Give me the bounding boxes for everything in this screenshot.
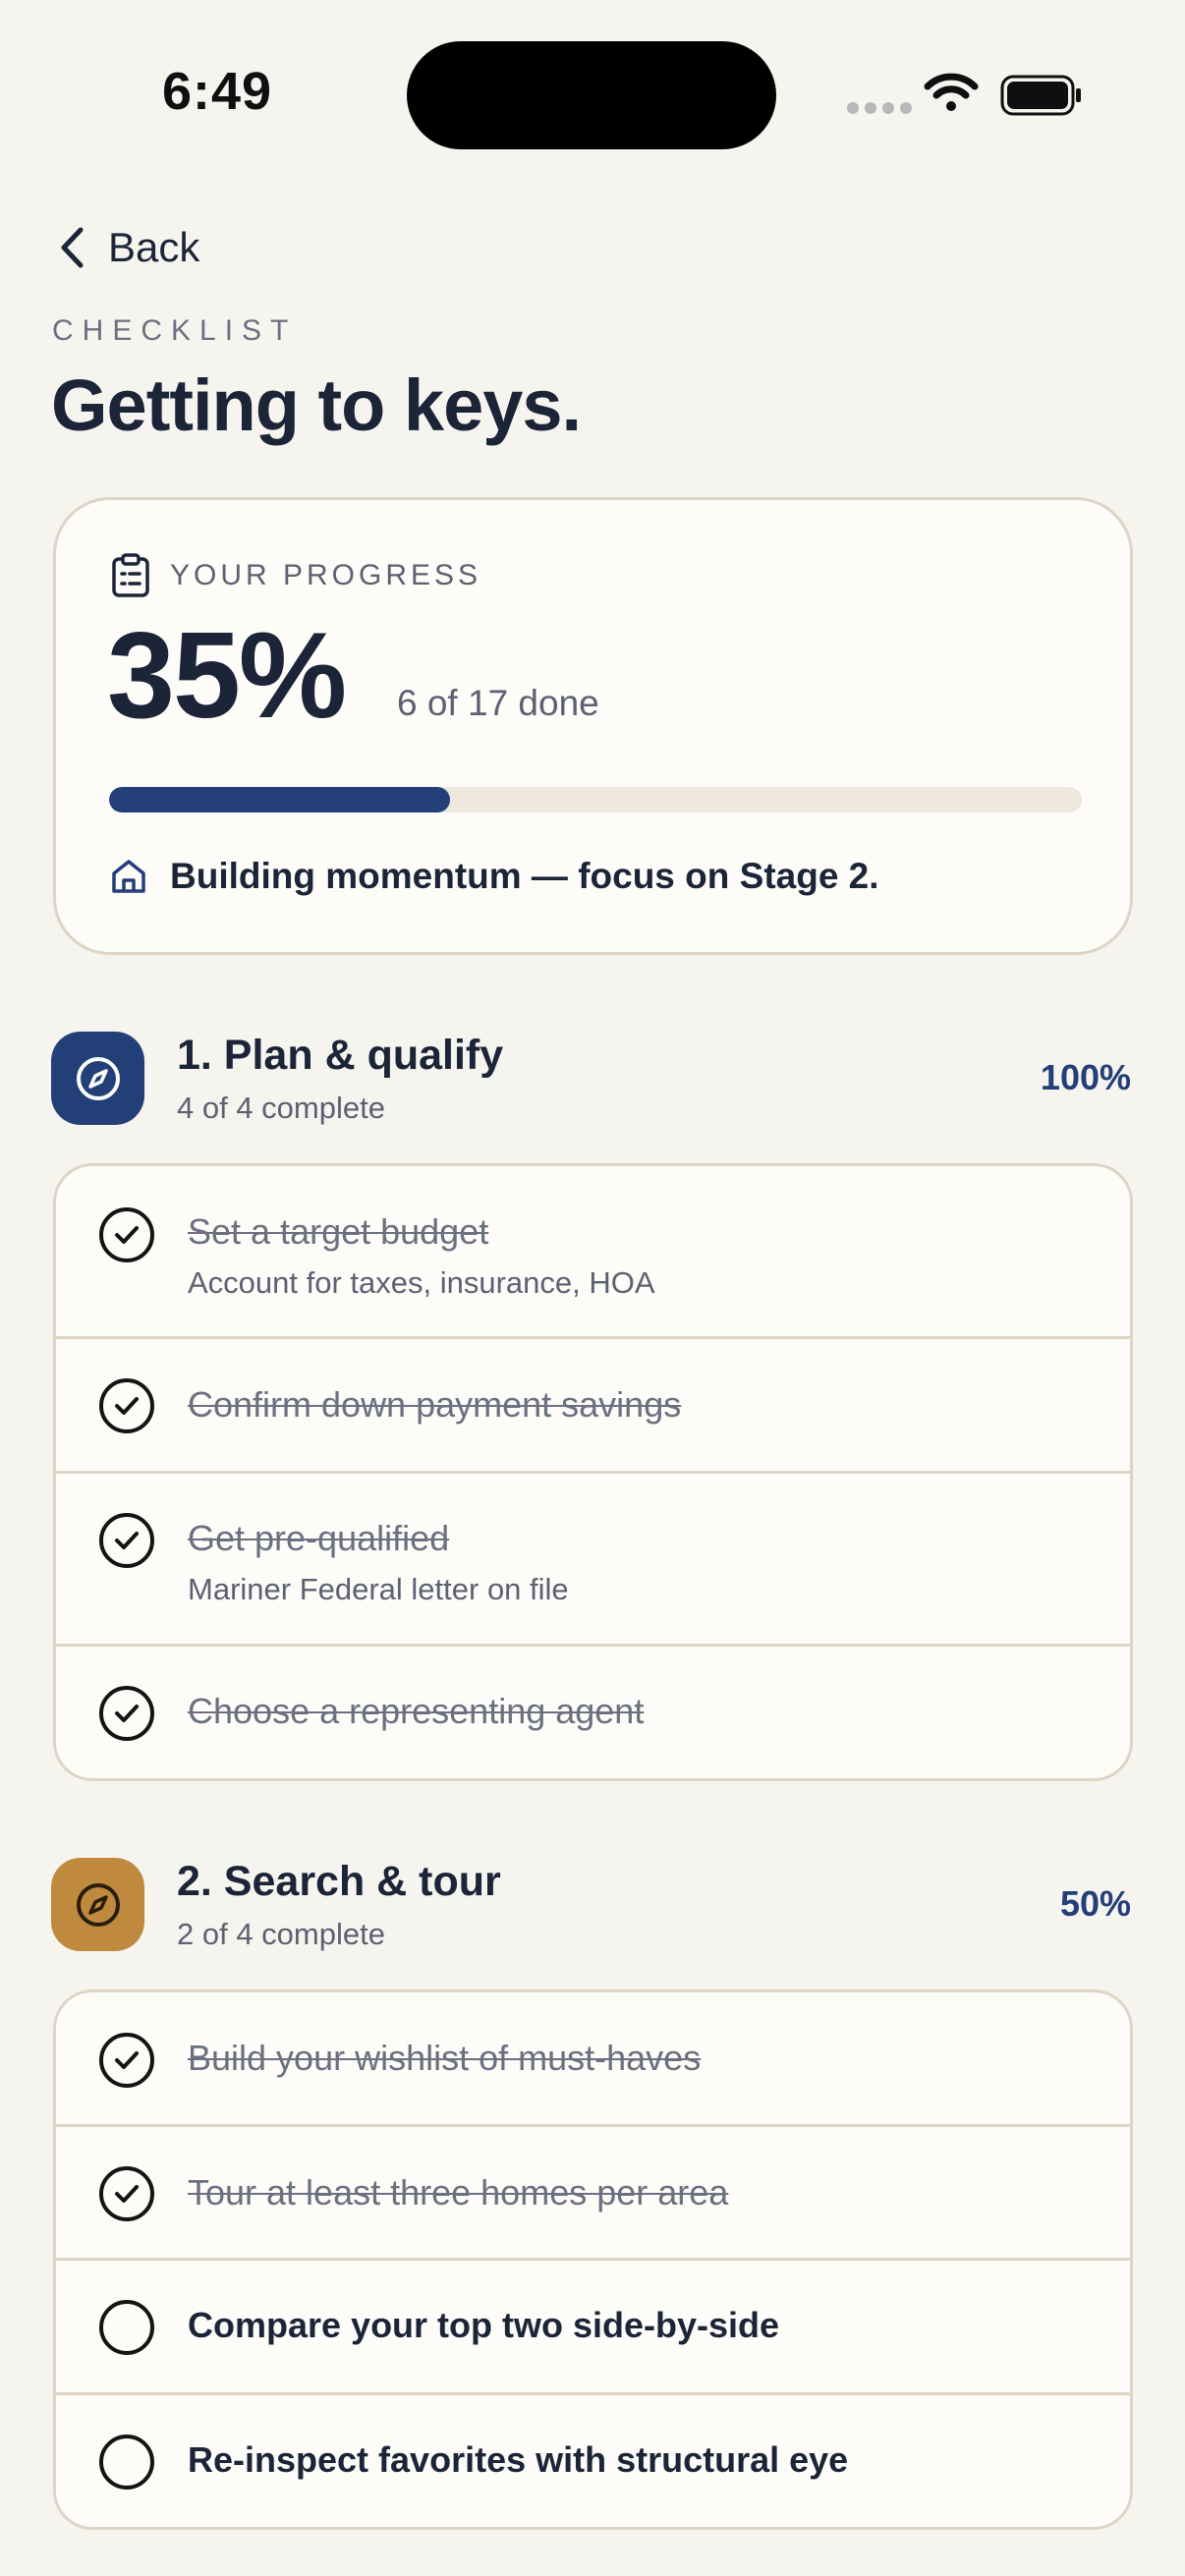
progress-message: Building momentum — focus on Stage 2. xyxy=(109,856,879,897)
task-title: Build your wishlist of must-haves xyxy=(188,2038,702,2078)
task-title: Confirm down payment savings xyxy=(188,1384,682,1425)
task-row[interactable]: Set a target budget Account for taxes, i… xyxy=(56,1166,1130,1339)
task-title: Compare your top two side-by-side xyxy=(188,2305,780,2345)
chevron-left-icon xyxy=(61,227,84,268)
task-row[interactable]: Re-inspect favorites with structural eye xyxy=(56,2395,1130,2527)
task-title: Tour at least three homes per area xyxy=(188,2172,729,2212)
progress-bar xyxy=(109,787,1082,812)
stage-header-search-tour[interactable]: 2. Search & tour 2 of 4 complete 50% xyxy=(51,1858,1133,1956)
task-row[interactable]: Choose a representing agent xyxy=(56,1647,1130,1778)
check-icon xyxy=(115,1397,139,1415)
stage-percent: 50% xyxy=(1059,1883,1131,1924)
status-bar: 6:49 xyxy=(0,0,1185,187)
back-button[interactable]: Back xyxy=(57,218,199,277)
stage-badge xyxy=(51,1858,144,1951)
task-title: Re-inspect favorites with structural eye xyxy=(188,2439,849,2480)
stage-header-plan-qualify[interactable]: 1. Plan & qualify 4 of 4 complete 100% xyxy=(51,1032,1133,1130)
check-icon xyxy=(115,1532,139,1549)
task-note: Mariner Federal letter on file xyxy=(188,1572,569,1606)
stage-badge xyxy=(51,1032,144,1125)
task-title: Choose a representing agent xyxy=(188,1691,645,1731)
page-eyebrow: CHECKLIST xyxy=(52,314,298,347)
battery-icon xyxy=(1000,75,1081,116)
task-row[interactable]: Tour at least three homes per area xyxy=(56,2127,1130,2261)
task-checkbox-checked[interactable] xyxy=(99,1513,154,1568)
task-row[interactable]: Get pre-qualified Mariner Federal letter… xyxy=(56,1474,1130,1647)
task-list-plan-qualify: Set a target budget Account for taxes, i… xyxy=(53,1163,1133,1781)
cellular-signal-icon xyxy=(847,102,912,114)
home-icon xyxy=(112,860,145,893)
task-checkbox-checked[interactable] xyxy=(99,1207,154,1262)
task-checkbox-checked[interactable] xyxy=(99,1378,154,1433)
check-icon xyxy=(115,2185,139,2203)
dynamic-island xyxy=(407,41,776,149)
task-checkbox-unchecked[interactable] xyxy=(99,2300,154,2355)
task-row[interactable]: Compare your top two side-by-side xyxy=(56,2261,1130,2395)
back-label: Back xyxy=(108,224,200,270)
wifi-icon xyxy=(924,73,979,111)
progress-label: YOUR PROGRESS xyxy=(170,559,482,591)
page-title: Getting to keys. xyxy=(51,364,582,446)
status-time: 6:49 xyxy=(162,62,273,121)
progress-bar-fill xyxy=(109,787,450,812)
check-icon xyxy=(115,1226,139,1244)
check-icon xyxy=(115,1705,139,1722)
progress-count: 6 of 17 done xyxy=(397,683,599,723)
task-row[interactable]: Build your wishlist of must-haves xyxy=(56,1992,1130,2127)
progress-header: YOUR PROGRESS xyxy=(111,553,481,598)
task-title: Set a target budget xyxy=(188,1211,489,1252)
stage-title: 2. Search & tour xyxy=(177,1858,501,1905)
compass-icon xyxy=(76,1056,120,1100)
task-row[interactable]: Confirm down payment savings xyxy=(56,1339,1130,1474)
task-checkbox-checked[interactable] xyxy=(99,2166,154,2221)
task-checkbox-checked[interactable] xyxy=(99,1686,154,1741)
task-note: Account for taxes, insurance, HOA xyxy=(188,1265,655,1300)
task-checkbox-checked[interactable] xyxy=(99,2033,154,2088)
task-checkbox-unchecked[interactable] xyxy=(99,2435,154,2490)
stage-title: 1. Plan & qualify xyxy=(177,1032,504,1079)
check-icon xyxy=(115,2051,139,2069)
progress-card: YOUR PROGRESS 35% 6 of 17 done Building … xyxy=(53,497,1133,955)
clipboard-list-icon xyxy=(112,553,149,597)
task-title: Get pre-qualified xyxy=(188,1518,450,1558)
progress-message-text: Building momentum — focus on Stage 2. xyxy=(170,856,879,896)
task-list-search-tour: Build your wishlist of must-haves Tour a… xyxy=(53,1989,1133,2530)
progress-percent: 35% xyxy=(107,608,347,744)
stage-subtitle: 2 of 4 complete xyxy=(177,1917,385,1951)
stage-subtitle: 4 of 4 complete xyxy=(177,1091,385,1125)
compass-icon xyxy=(76,1882,120,1927)
stage-percent: 100% xyxy=(1040,1057,1131,1097)
